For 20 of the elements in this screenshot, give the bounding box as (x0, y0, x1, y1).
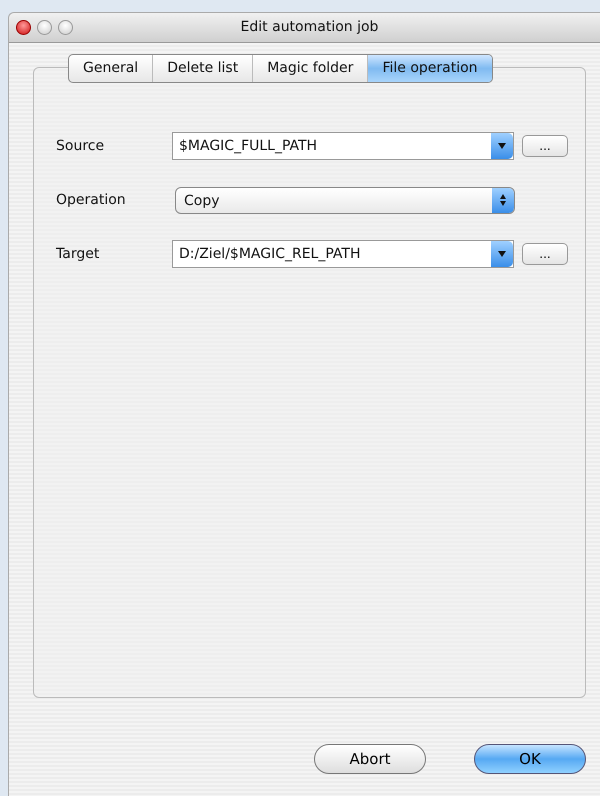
field-label: Target (56, 244, 100, 264)
browse-button[interactable]: ... (522, 135, 568, 157)
tab[interactable]: General (69, 55, 154, 82)
combo-box[interactable]: D:/Ziel/$MAGIC_REL_PATH (172, 240, 514, 268)
combo-box[interactable]: $MAGIC_FULL_PATH (172, 132, 514, 160)
abort-button[interactable]: Abort (314, 744, 426, 774)
tab[interactable]: File operation (368, 55, 492, 82)
stepper-arrows-icon (499, 193, 507, 207)
ok-button[interactable]: OK (474, 744, 586, 774)
minimize-button[interactable] (37, 20, 52, 35)
close-button[interactable] (16, 20, 31, 35)
window-title: Edit automation job (240, 18, 380, 37)
tab[interactable]: Delete list (153, 55, 254, 82)
field-label: Operation (56, 190, 127, 210)
dropdown-arrow-icon (497, 250, 507, 258)
zoom-button[interactable] (58, 20, 73, 35)
field-label: Source (56, 136, 106, 156)
dropdown-arrow-icon (497, 142, 507, 150)
popup-menu[interactable]: Copy (175, 186, 515, 214)
browse-button[interactable]: ... (522, 243, 568, 265)
